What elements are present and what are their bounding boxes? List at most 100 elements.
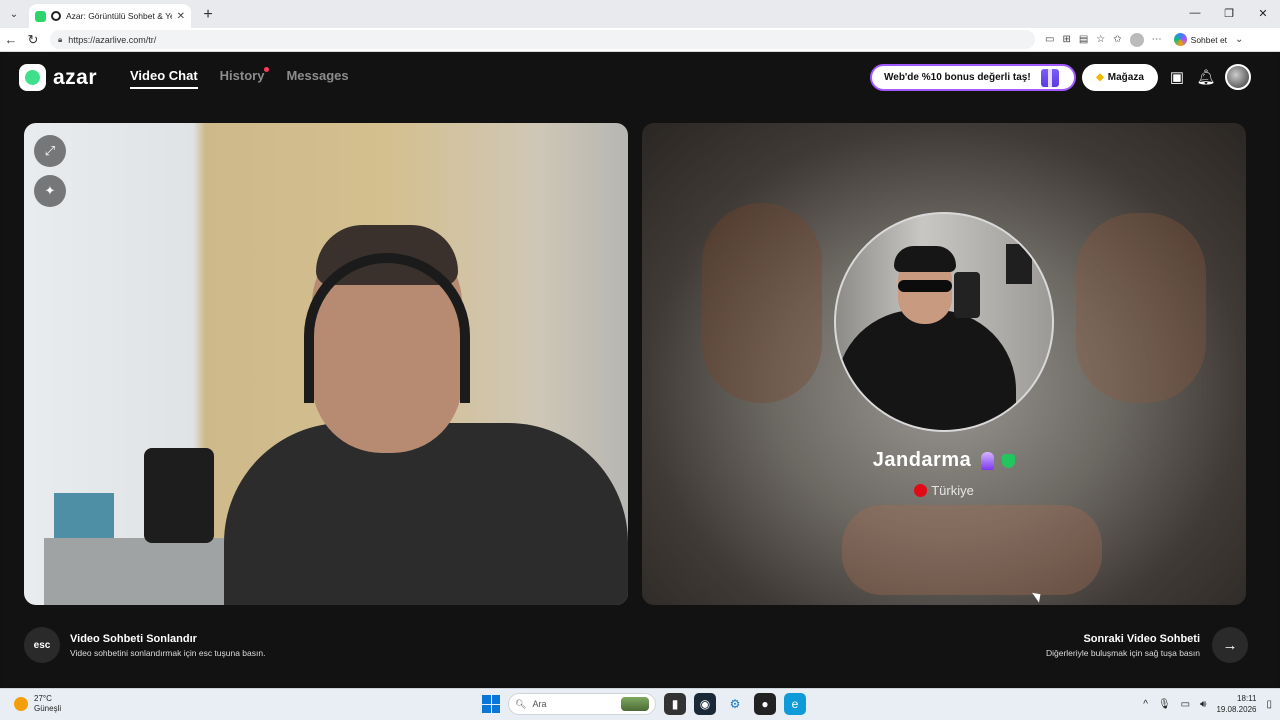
browser-tab-bar: ⌄ Azar: Görüntülü Sohbet & Yer ✕ + — ❐ ✕	[0, 0, 1280, 28]
search-placeholder: Ara	[532, 699, 547, 709]
taskbar-search[interactable]: 🔍︎ Ara	[508, 693, 656, 715]
end-chat-text: Video Sohbeti Sonlandır Video sohbetini …	[70, 633, 265, 658]
end-chat-title: Video Sohbeti Sonlandır	[70, 632, 197, 645]
gem-bonus-promo-button[interactable]: Web'de %10 bonus değerli taş!	[870, 64, 1076, 91]
tab-title: Azar: Görüntülü Sohbet & Yer	[66, 11, 172, 21]
site-info-icon[interactable]: 🔒︎	[58, 35, 62, 45]
store-label: Mağaza	[1107, 72, 1144, 83]
display-icon[interactable]: ▭	[1181, 699, 1190, 710]
next-chat-hint[interactable]: Sonraki Video Sohbeti Diğerleriyle buluş…	[1046, 627, 1248, 663]
logo-mark-icon	[19, 64, 46, 91]
speaker-icon[interactable]: 🔊︎	[1200, 699, 1206, 710]
background-jar	[144, 448, 214, 543]
tab-close-icon[interactable]: ✕	[177, 11, 185, 22]
clock[interactable]: 18:11 19.08.2026	[1216, 693, 1256, 715]
partner-country-row: Türkiye	[642, 483, 1246, 498]
weather-text: 27°C Güneşli	[34, 694, 61, 714]
partner-country: Türkiye	[931, 483, 974, 498]
system-tray: ^ 🎙︎ ▭ 🔊︎ 18:11 19.08.2026 ▯	[1143, 693, 1272, 715]
weather-widget[interactable]: 27°C Güneşli	[14, 694, 61, 714]
taskbar: 27°C Güneşli 🔍︎ Ara ▮ ◉ ⚙ ● e ^ 🎙︎ ▭ 🔊︎ …	[0, 688, 1280, 720]
camera-icon[interactable]: ▭	[1045, 34, 1054, 45]
favorite-icon[interactable]: ☆	[1096, 34, 1105, 45]
chevron-down-icon[interactable]: ⌄	[1235, 34, 1243, 45]
obs-icon[interactable]: ●	[754, 693, 776, 715]
background-box	[54, 493, 114, 543]
clock-time: 18:11	[1237, 694, 1257, 703]
temperature: 27°C	[34, 694, 52, 703]
end-chat-subtitle: Video sohbetini sonlandırmak için esc tu…	[70, 647, 266, 658]
new-tab-button[interactable]: +	[197, 4, 219, 26]
background-blur	[842, 505, 1102, 595]
photo-phone	[954, 272, 980, 318]
search-icon: 🔍︎	[515, 698, 527, 709]
start-icon[interactable]	[482, 695, 500, 713]
partner-name-row: Jandarma	[642, 449, 1246, 472]
profile-icon[interactable]	[1129, 32, 1144, 47]
maximize-button[interactable]: ❐	[1212, 0, 1246, 26]
partner-profile-photo	[834, 212, 1054, 432]
nav-history-label: History	[219, 68, 265, 83]
address-bar: ← ↻ 🔒︎ https://azarlive.com/tr/ ▭ ⊞ ▤ ☆ …	[0, 28, 1280, 52]
gem-icon: ◆	[1096, 72, 1104, 83]
tab-list-button[interactable]: ⌄	[3, 3, 25, 25]
apps-icon[interactable]: ⊞	[1062, 34, 1070, 45]
more-icon[interactable]: ⋯	[1152, 34, 1162, 45]
arrow-right-icon[interactable]: →	[1212, 627, 1248, 663]
taskbar-apps: 🔍︎ Ara ▮ ◉ ⚙ ● e	[482, 693, 806, 715]
bell-icon[interactable]: 🔔︎	[1196, 67, 1216, 87]
store-button[interactable]: ◆ Mağaza	[1082, 64, 1158, 91]
refresh-button[interactable]: ↻	[22, 32, 44, 48]
settings-icon[interactable]: ⚙	[724, 693, 746, 715]
minimize-button[interactable]: —	[1178, 0, 1212, 26]
person-shirt	[224, 423, 628, 605]
steam-icon[interactable]: ◉	[694, 693, 716, 715]
magic-wand-icon[interactable]: ✦	[34, 175, 66, 207]
shop-icon[interactable]: ▣	[1167, 67, 1187, 87]
esc-key-button[interactable]: esc	[24, 627, 60, 663]
vip-badge-icon	[981, 451, 995, 470]
microphone-icon[interactable]: 🎙︎	[1158, 699, 1171, 710]
next-chat-subtitle: Diğerleriyle buluşmak için sağ tuşa bası…	[1045, 647, 1200, 658]
nav-history[interactable]: History	[219, 67, 270, 89]
user-avatar[interactable]	[1225, 64, 1251, 90]
photo-body	[836, 310, 1016, 430]
logo-text: azar	[53, 65, 98, 89]
elevator-panel	[1006, 244, 1032, 284]
copilot-button[interactable]: Sohbet et	[1173, 33, 1228, 46]
expand-icon[interactable]: ⤢	[34, 135, 66, 167]
local-video: ⤢ ✦	[24, 123, 628, 605]
url-field[interactable]: 🔒︎ https://azarlive.com/tr/	[50, 30, 1035, 49]
azar-app: azar Video Chat History Messages Web'de …	[3, 53, 1276, 686]
notifications-icon[interactable]: ▯	[1266, 699, 1272, 710]
close-window-button[interactable]: ✕	[1246, 0, 1280, 26]
partner-video: Jandarma Türkiye	[642, 123, 1246, 605]
browser-tab[interactable]: Azar: Görüntülü Sohbet & Yer ✕	[29, 4, 191, 28]
copilot-label: Sohbet et	[1190, 34, 1228, 45]
azar-logo[interactable]: azar	[19, 64, 97, 91]
edge-icon[interactable]: e	[784, 693, 806, 715]
clock-date: 19.08.2026	[1216, 705, 1257, 714]
window-controls: — ❐ ✕	[1178, 0, 1280, 26]
promo-text: Web'de %10 bonus değerli taş!	[884, 72, 1031, 83]
next-chat-title: Sonraki Video Sohbeti	[1083, 632, 1200, 645]
gift-icon	[1040, 68, 1059, 87]
favorites-list-icon[interactable]: ✩	[1113, 34, 1121, 45]
partner-name: Jandarma	[872, 449, 972, 471]
chevron-up-icon[interactable]: ^	[1143, 699, 1148, 710]
task-view-icon[interactable]: ▮	[664, 693, 686, 715]
reader-icon[interactable]: ▤	[1079, 34, 1088, 45]
end-chat-hint[interactable]: esc Video Sohbeti Sonlandır Video sohbet…	[24, 627, 265, 663]
nav-video-chat[interactable]: Video Chat	[130, 68, 198, 89]
back-button[interactable]: ←	[0, 32, 22, 47]
url-text: https://azarlive.com/tr/	[68, 34, 157, 45]
browser-toolbar: ▭ ⊞ ▤ ☆ ✩ ⋯ Sohbet et ⌄	[1045, 32, 1243, 47]
notification-dot	[264, 67, 270, 72]
background-blur	[1076, 213, 1206, 403]
copilot-icon	[1173, 33, 1187, 46]
next-chat-text: Sonraki Video Sohbeti Diğerleriyle buluş…	[1046, 633, 1200, 658]
main-nav: Video Chat History Messages	[130, 67, 349, 89]
search-highlight-icon	[621, 697, 649, 711]
nav-messages[interactable]: Messages	[286, 68, 348, 89]
recording-icon	[51, 11, 61, 21]
